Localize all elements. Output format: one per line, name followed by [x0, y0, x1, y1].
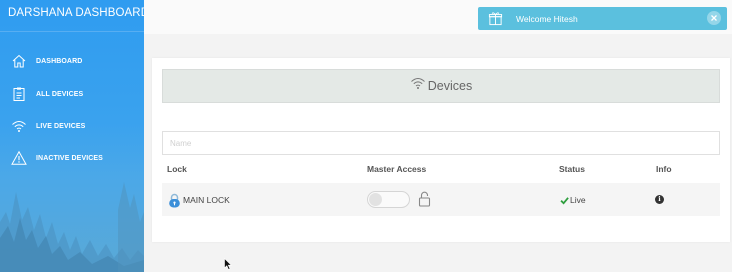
- welcome-notification: Welcome Hitesh: [478, 7, 727, 30]
- mouse-cursor-icon: [224, 258, 232, 270]
- home-icon: [9, 51, 29, 71]
- sidebar-item-label: LIVE DEVICES: [36, 122, 86, 130]
- info-button[interactable]: i: [655, 195, 664, 204]
- lock-device-icon: [169, 193, 180, 208]
- column-header-status: Status: [559, 164, 585, 174]
- brand-divider: [0, 31, 144, 32]
- sidebar-item-dashboard[interactable]: DASHBOARD: [0, 49, 144, 73]
- check-icon: [560, 196, 569, 205]
- sidebar-item-label: ALL DEVICES: [36, 90, 84, 98]
- column-header-master-access: Master Access: [367, 164, 427, 174]
- table-row: [162, 183, 720, 216]
- name-filter-input[interactable]: [162, 131, 720, 155]
- column-header-lock: Lock: [167, 164, 187, 174]
- forest-background-image: [0, 182, 144, 272]
- sidebar: DARSHANA DASHBOARD DASHBOARD ALL DEVICES…: [0, 0, 144, 272]
- toggle-knob: [369, 193, 382, 206]
- wifi-icon: [9, 116, 29, 136]
- close-icon: [711, 15, 717, 21]
- unlock-icon[interactable]: [418, 191, 431, 207]
- gift-icon: [487, 11, 503, 27]
- lock-name: MAIN LOCK: [183, 195, 230, 205]
- wifi-icon: [410, 78, 425, 89]
- sidebar-item-all-devices[interactable]: ALL DEVICES: [0, 82, 144, 106]
- column-header-info: Info: [656, 164, 672, 174]
- master-access-toggle[interactable]: [367, 191, 410, 208]
- clipboard-icon: [9, 84, 29, 104]
- status-cell: Live: [560, 195, 586, 205]
- notification-message: Welcome Hitesh: [516, 13, 578, 24]
- devices-title: Devices: [427, 79, 473, 93]
- close-notification-button[interactable]: [707, 11, 721, 25]
- sidebar-item-label: DASHBOARD: [36, 57, 83, 65]
- status-text: Live: [570, 195, 586, 205]
- info-icon: i: [658, 195, 661, 203]
- sidebar-item-live-devices[interactable]: LIVE DEVICES: [0, 114, 144, 138]
- devices-header: Devices: [162, 69, 720, 103]
- brand-title: DARSHANA DASHBOARD: [8, 7, 144, 19]
